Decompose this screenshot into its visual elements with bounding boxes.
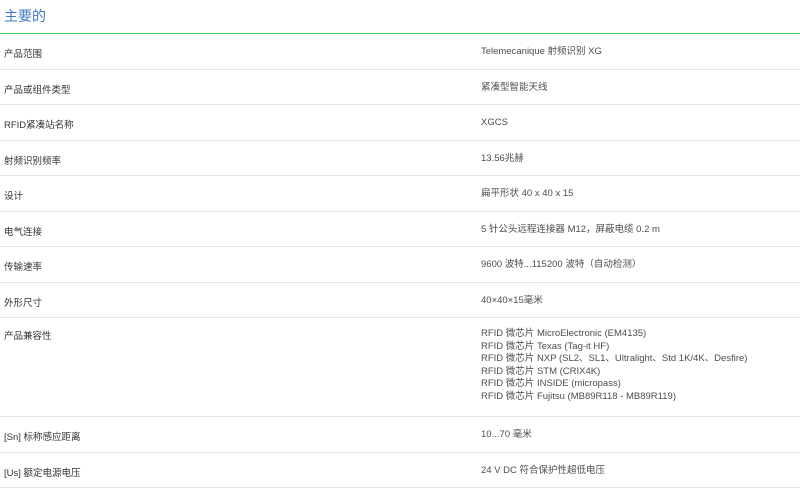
compatibility-item: RFID 微芯片 Texas (Tag-it HF) — [481, 340, 610, 352]
spec-value: 紧凑型智能天线 — [481, 81, 548, 93]
spec-value: XGCS — [481, 117, 508, 128]
spec-value: 24 V DC 符合保护性超低电压 — [481, 464, 606, 476]
spec-name: RFID紧凑站名称 — [4, 120, 74, 131]
spec-value: 10...70 毫米 — [481, 429, 532, 440]
spec-value: Telemecanique 射频识别 XG — [481, 46, 602, 57]
spec-row-transmission-rate: 传输速率 9600 波特...115200 波特（自动检测） — [0, 247, 800, 283]
spec-row-station-name: RFID紧凑站名称 XGCS — [0, 105, 800, 141]
compatibility-item: RFID 微芯片 Fujitsu (MB89R118 - MB89R119) — [481, 390, 676, 402]
spec-name: [Us] 额定电源电压 — [4, 467, 81, 479]
spec-row-supply-voltage: [Us] 额定电源电压 24 V DC 符合保护性超低电压 — [0, 452, 800, 488]
spec-row-compatibility: 产品兼容性 RFID 微芯片 MicroElectronic (EM4135) … — [0, 318, 800, 417]
spec-name: 产品范围 — [4, 49, 43, 60]
section-title: 主要的 — [4, 8, 46, 24]
spec-name: 电气连接 — [4, 226, 43, 238]
spec-row-design: 设计 扁平形状 40 x 40 x 15 — [0, 176, 800, 212]
spec-row-dimensions: 外形尺寸 40×40×15毫米 — [0, 282, 800, 318]
product-spec-page: 主要的 产品范围 Telemecanique 射频识别 XG 产品或组件类型 紧… — [0, 0, 800, 490]
spec-row-product-type: 产品或组件类型 紧凑型智能天线 — [0, 69, 800, 105]
compatibility-item: RFID 微芯片 NXP (SL2、SL1、Ultralight、Std 1K/… — [481, 353, 748, 364]
spec-name: 产品或组件类型 — [4, 84, 71, 96]
spec-value: 9600 波特...115200 波特（自动检测） — [481, 259, 642, 270]
compatibility-item: RFID 微芯片 INSIDE (micropass) — [481, 378, 621, 389]
spec-value: 40×40×15毫米 — [481, 294, 543, 306]
section-header: 主要的 — [0, 0, 800, 34]
spec-row-rfid-frequency: 射频识别频率 13.56兆赫 — [0, 140, 800, 176]
spec-value: 扁平形状 40 x 40 x 15 — [481, 188, 574, 199]
spec-value: 5 针公头远程连接器 M12，屏蔽电缆 0.2 m — [481, 223, 660, 235]
spec-value-list: RFID 微芯片 MicroElectronic (EM4135) RFID 微… — [481, 318, 800, 416]
spec-name: 产品兼容性 — [4, 331, 52, 342]
spec-name: [Sn] 标称感应距离 — [4, 432, 81, 443]
spec-name: 外形尺寸 — [4, 297, 43, 309]
compatibility-item: RFID 微芯片 STM (CRIX4K) — [481, 365, 601, 377]
spec-row-electrical-connection: 电气连接 5 针公头远程连接器 M12，屏蔽电缆 0.2 m — [0, 211, 800, 247]
spec-name: 传输速率 — [4, 262, 43, 273]
spec-table: 产品范围 Telemecanique 射频识别 XG 产品或组件类型 紧凑型智能… — [0, 34, 800, 488]
compatibility-item: RFID 微芯片 MicroElectronic (EM4135) — [481, 328, 647, 339]
spec-name: 设计 — [4, 191, 24, 202]
spec-row-product-range: 产品范围 Telemecanique 射频识别 XG — [0, 34, 800, 70]
spec-name: 射频识别频率 — [4, 155, 62, 167]
spec-row-sensing-distance: [Sn] 标称感应距离 10...70 毫米 — [0, 417, 800, 453]
spec-value: 13.56兆赫 — [481, 152, 524, 164]
